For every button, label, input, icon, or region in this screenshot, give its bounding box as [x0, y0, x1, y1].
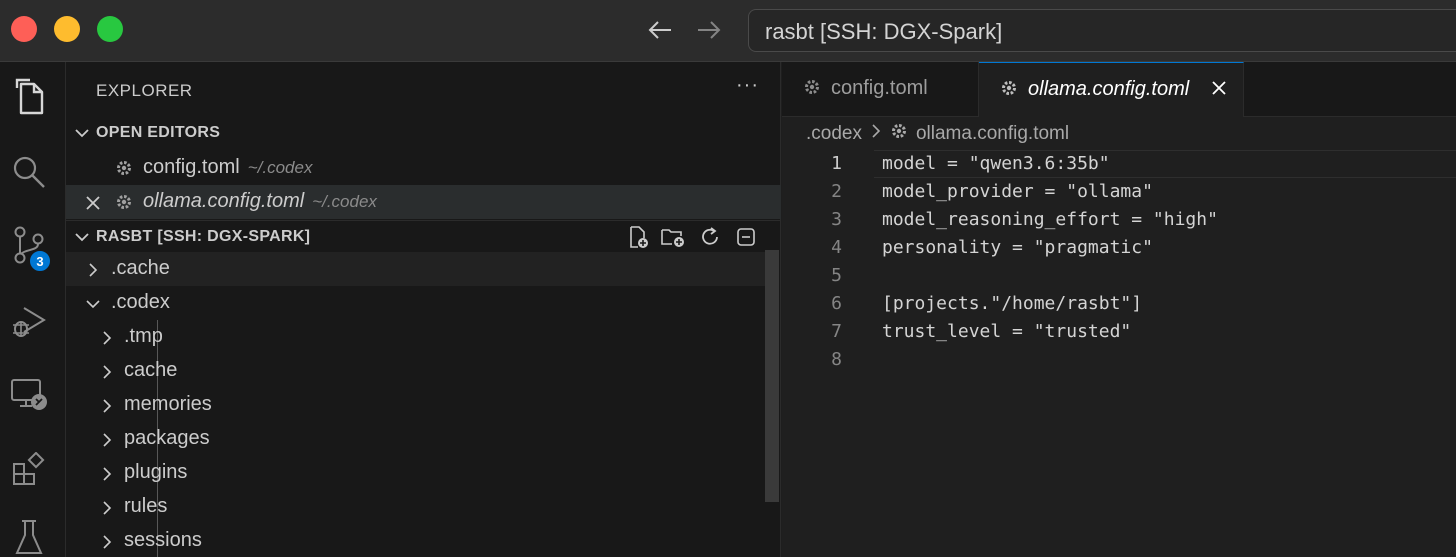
breadcrumb: .codex ollama.config.toml — [806, 122, 1069, 146]
remote-explorer-icon[interactable] — [9, 375, 49, 415]
tree-item[interactable]: memories — [66, 388, 766, 422]
tree-item-label: rules — [124, 495, 168, 517]
source-control-badge: 3 — [28, 249, 52, 273]
tree-item-label: packages — [124, 427, 210, 449]
open-editor-name: config.toml — [143, 156, 240, 178]
tree-item-label: plugins — [124, 461, 188, 483]
tree-item-label: sessions — [124, 529, 202, 551]
line-text: model = "qwen3.6:35b" — [882, 153, 1110, 174]
explorer-sidebar: EXPLORER ··· OPEN EDITORS config.toml ~/.… — [66, 62, 781, 557]
tree-item[interactable]: .codex — [66, 286, 766, 320]
chevron-right-icon — [99, 533, 115, 556]
tab-label: ollama.config.toml — [1028, 78, 1190, 100]
gear-icon — [1000, 79, 1018, 103]
tab-label: config.toml — [831, 77, 928, 99]
chevron-down-icon — [73, 124, 91, 147]
gear-icon — [115, 159, 133, 183]
sidebar-scrollbar[interactable] — [765, 250, 779, 502]
minimize-window-button[interactable] — [54, 16, 80, 42]
tree-item[interactable]: cache — [66, 354, 766, 388]
explorer-title: EXPLORER — [96, 81, 193, 100]
open-editors-header[interactable]: OPEN EDITORS — [66, 117, 781, 149]
line-number: 5 — [831, 265, 842, 286]
line-text: model_provider = "ollama" — [882, 181, 1153, 202]
line-text: personality = "pragmatic" — [882, 237, 1153, 258]
open-editors-label: OPEN EDITORS — [96, 124, 221, 141]
line-number: 8 — [831, 349, 842, 370]
chevron-down-icon — [85, 295, 101, 318]
chevron-right-icon — [99, 431, 115, 454]
zoom-window-button[interactable] — [97, 16, 123, 42]
gear-icon — [115, 193, 133, 217]
testing-icon[interactable] — [9, 517, 49, 557]
chevron-right-icon — [85, 261, 101, 284]
refresh-icon[interactable] — [697, 224, 723, 250]
code-editor[interactable]: .codex ollama.config.toml 1 model = "qwen… — [782, 117, 1456, 557]
editor-tab-bar: config.toml ollama.config.toml — [782, 62, 1456, 117]
chevron-right-icon — [99, 465, 115, 488]
chevron-right-icon — [99, 397, 115, 420]
breadcrumb-folder[interactable]: .codex — [806, 123, 862, 145]
line-number: 6 — [831, 293, 842, 314]
activity-bar: 3 — [0, 62, 66, 557]
open-editor-path: ~/.codex — [312, 192, 377, 211]
tree-item-label: cache — [124, 359, 178, 381]
chevron-right-icon — [99, 363, 115, 386]
collapse-all-icon[interactable] — [733, 224, 759, 250]
tree-item-label: .codex — [111, 291, 170, 313]
open-editor-item[interactable]: ollama.config.toml ~/.codex — [66, 185, 781, 219]
chevron-right-icon — [99, 329, 115, 352]
line-text: model_reasoning_effort = "high" — [882, 209, 1218, 230]
tree-item-label: .cache — [111, 257, 170, 279]
workspace-label: RASBT [SSH: DGX-SPARK] — [96, 228, 311, 245]
tab-ollama-config-toml[interactable]: ollama.config.toml — [979, 62, 1244, 117]
tree-item[interactable]: .tmp — [66, 320, 766, 354]
close-icon[interactable] — [1210, 79, 1228, 103]
tree-item[interactable]: packages — [66, 422, 766, 456]
chevron-right-icon — [870, 123, 882, 145]
search-icon[interactable] — [9, 152, 49, 192]
run-debug-icon[interactable] — [9, 302, 49, 342]
gear-icon — [803, 78, 821, 102]
forward-arrow-icon[interactable] — [694, 14, 724, 46]
line-text: [projects."/home/rasbt"] — [882, 293, 1143, 314]
open-editor-name: ollama.config.toml — [143, 190, 305, 212]
chevron-down-icon — [73, 228, 91, 251]
new-folder-icon[interactable] — [660, 224, 686, 250]
tree-item[interactable]: plugins — [66, 456, 766, 490]
breadcrumb-file[interactable]: ollama.config.toml — [916, 123, 1069, 145]
title-bar: rasbt [SSH: DGX-Spark] — [0, 0, 1456, 62]
line-number: 3 — [831, 209, 842, 230]
line-number: 4 — [831, 237, 842, 258]
gear-icon — [890, 122, 908, 146]
more-actions-button[interactable]: ··· — [736, 74, 759, 97]
window-title: rasbt [SSH: DGX-Spark] — [765, 19, 1003, 44]
chevron-right-icon — [99, 499, 115, 522]
back-arrow-icon[interactable] — [645, 14, 675, 46]
tree-item[interactable]: .cache — [66, 252, 765, 286]
files-icon[interactable] — [9, 77, 49, 117]
extensions-icon[interactable] — [9, 450, 49, 490]
tree-item[interactable]: sessions — [66, 524, 766, 557]
close-window-button[interactable] — [11, 16, 37, 42]
tree-item-label: memories — [124, 393, 212, 415]
tree-item-label: .tmp — [124, 325, 163, 347]
tab-config-toml[interactable]: config.toml — [782, 62, 979, 117]
new-file-icon[interactable] — [625, 224, 651, 250]
line-text: trust_level = "trusted" — [882, 321, 1132, 342]
line-number: 1 — [831, 153, 842, 174]
line-number: 7 — [831, 321, 842, 342]
line-number: 2 — [831, 181, 842, 202]
close-icon[interactable] — [85, 194, 101, 217]
command-center[interactable]: rasbt [SSH: DGX-Spark] — [748, 9, 1456, 52]
open-editor-item[interactable]: config.toml ~/.codex — [66, 151, 766, 185]
open-editor-path: ~/.codex — [247, 158, 313, 177]
tree-item[interactable]: rules — [66, 490, 766, 524]
